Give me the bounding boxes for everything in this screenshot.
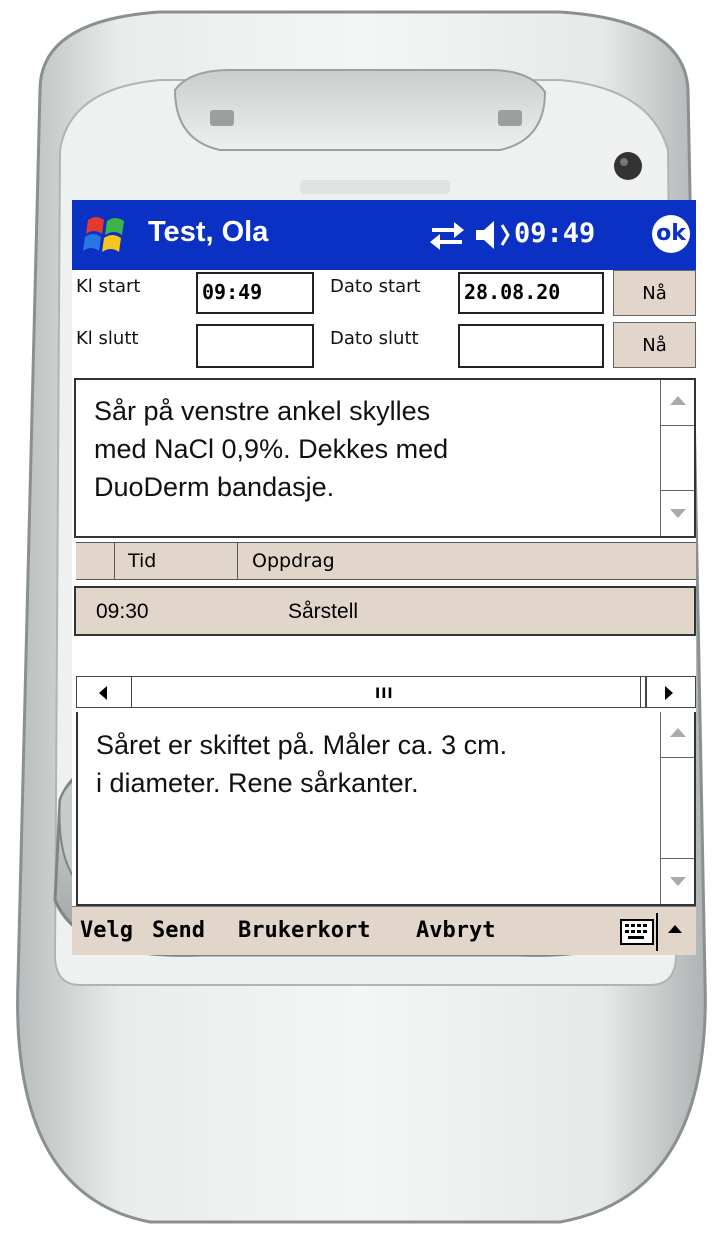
menu-velg[interactable]: Velg <box>80 918 133 943</box>
na-slutt-button[interactable]: Nå <box>613 322 696 368</box>
screen: Test, Ola 09:49 ok Kl start 09:49 Dato s… <box>72 200 696 955</box>
chevron-down-icon <box>670 509 686 518</box>
instruction-textarea[interactable]: Sår på venstre ankel skylles med NaCl 0,… <box>74 378 696 538</box>
menu-send[interactable]: Send <box>152 918 205 943</box>
result-text: Såret er skiftet på. Måler ca. 3 cm. i d… <box>96 730 508 798</box>
scroll-right-button[interactable] <box>640 677 695 707</box>
task-list-header: Tid Oppdrag <box>76 542 696 580</box>
horizontal-scrollbar[interactable]: III <box>76 676 696 708</box>
soft-key-menubar: Velg Send Brukerkort Avbryt <box>72 906 696 955</box>
result-scrollbar[interactable] <box>660 712 694 904</box>
chevron-up-icon <box>670 728 686 737</box>
title-bar: Test, Ola 09:49 ok <box>72 200 696 270</box>
scroll-thumb[interactable]: III <box>131 677 647 707</box>
chevron-up-icon <box>670 396 686 405</box>
na-start-button[interactable]: Nå <box>613 270 696 316</box>
instruction-text: Sår på venstre ankel skylles med NaCl 0,… <box>94 396 449 502</box>
kl-start-field[interactable]: 09:49 <box>196 272 314 314</box>
dato-slutt-label: Dato slutt <box>330 328 419 349</box>
clock[interactable]: 09:49 <box>514 218 595 249</box>
scroll-left-button[interactable] <box>77 677 132 707</box>
result-textarea[interactable]: Såret er skiftet på. Måler ca. 3 cm. i d… <box>76 712 696 906</box>
chevron-down-icon <box>670 877 686 886</box>
contact-title: Test, Ola <box>148 216 269 248</box>
scroll-up-button[interactable] <box>661 380 694 426</box>
windows-flag-icon[interactable] <box>82 212 132 258</box>
connectivity-icon[interactable] <box>428 216 466 252</box>
instruction-scrollbar[interactable] <box>660 380 694 536</box>
dato-start-field[interactable]: 28.08.20 <box>458 272 604 314</box>
ok-button[interactable]: ok <box>652 215 690 253</box>
sip-caret-icon[interactable] <box>668 925 682 933</box>
dato-start-label: Dato start <box>330 276 421 297</box>
scroll-down-button[interactable] <box>661 490 694 536</box>
keyboard-icon[interactable] <box>620 919 654 945</box>
speaker-icon[interactable] <box>474 216 516 254</box>
column-header-oppdrag[interactable]: Oppdrag <box>238 543 538 579</box>
kl-slutt-label: Kl slutt <box>76 328 139 349</box>
scroll-down-button[interactable] <box>661 858 694 904</box>
scroll-up-button[interactable] <box>661 712 694 758</box>
arrow-left-icon <box>99 686 107 700</box>
table-row[interactable]: 09:30 Sårstell <box>74 586 696 636</box>
dato-slutt-field[interactable] <box>458 324 604 368</box>
menu-avbryt[interactable]: Avbryt <box>416 918 495 943</box>
grip-icon: III <box>375 686 394 702</box>
arrow-right-icon <box>665 686 673 700</box>
row-tid: 09:30 <box>96 600 149 623</box>
menu-brukerkort[interactable]: Brukerkort <box>238 918 370 943</box>
list-header-select-col[interactable] <box>76 543 115 579</box>
kl-start-label: Kl start <box>76 276 141 297</box>
menubar-separator <box>656 913 658 951</box>
kl-slutt-field[interactable] <box>196 324 314 368</box>
column-header-tid[interactable]: Tid <box>114 543 238 579</box>
row-oppdrag: Sårstell <box>288 600 359 623</box>
